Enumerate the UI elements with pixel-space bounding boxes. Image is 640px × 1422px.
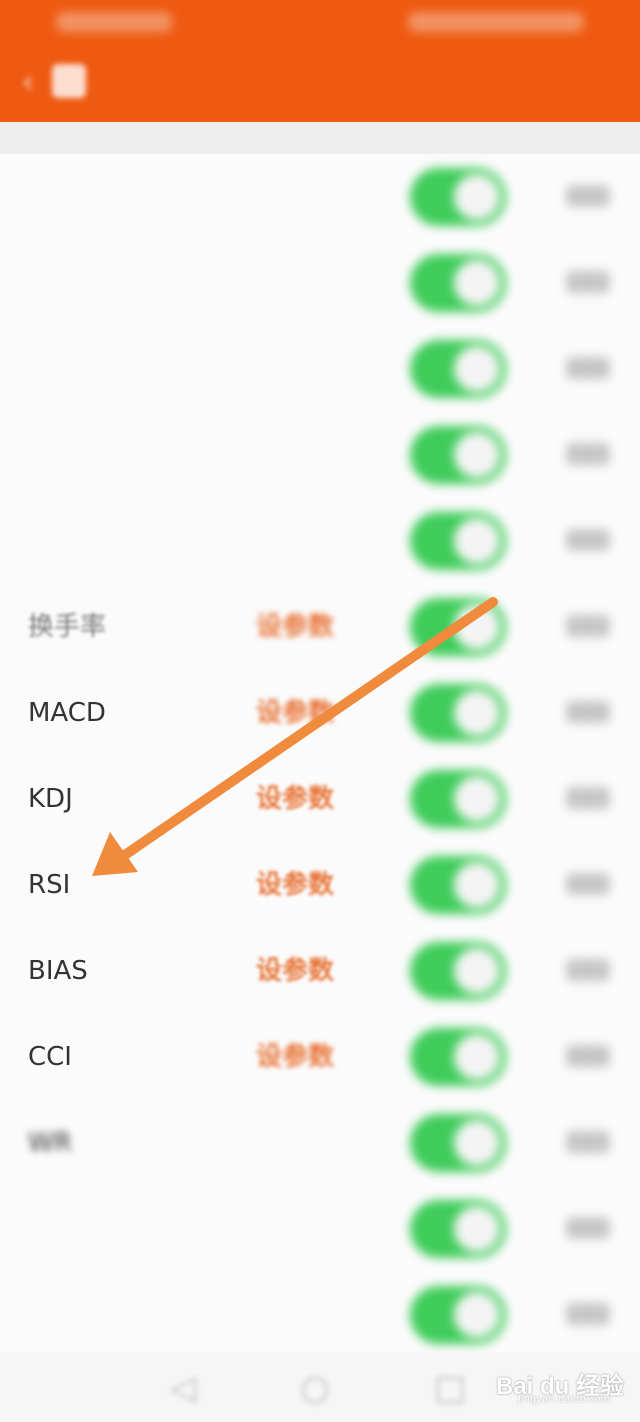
watermark: Bai du 经验 jingyan.baidu.com xyxy=(488,1352,638,1412)
sort-handle-icon[interactable] xyxy=(566,873,610,895)
list-item: BIAS 设参数 xyxy=(0,928,640,1015)
show-toggle[interactable] xyxy=(410,512,506,570)
back-label-icon xyxy=(52,64,86,98)
show-toggle[interactable] xyxy=(410,426,506,484)
show-toggle[interactable] xyxy=(410,856,506,914)
list-item: WR xyxy=(0,1100,640,1187)
list-item xyxy=(0,412,640,499)
set-params-button[interactable]: 设参数 xyxy=(256,1014,334,1100)
list-item: CCI 设参数 xyxy=(0,1014,640,1101)
toggle-knob xyxy=(454,174,500,220)
list-item xyxy=(0,1272,640,1359)
back-button[interactable]: ‹ xyxy=(10,58,90,108)
show-toggle[interactable] xyxy=(410,340,506,398)
show-toggle[interactable] xyxy=(410,942,506,1000)
sort-handle-icon[interactable] xyxy=(566,959,610,981)
sort-handle-icon[interactable] xyxy=(566,1045,610,1067)
indicator-name: BIAS xyxy=(28,956,88,986)
show-toggle[interactable] xyxy=(410,770,506,828)
toggle-knob xyxy=(454,776,500,822)
set-params-button[interactable]: 设参数 xyxy=(256,842,334,928)
indicator-name: 换手率 xyxy=(28,612,107,642)
toggle-knob xyxy=(454,862,500,908)
sort-handle-icon[interactable] xyxy=(566,529,610,551)
sort-handle-icon[interactable] xyxy=(566,1303,610,1325)
toggle-knob xyxy=(454,604,500,650)
show-toggle[interactable] xyxy=(410,1286,506,1344)
toggle-knob xyxy=(454,346,500,392)
square-recent-icon[interactable]: □ xyxy=(434,1368,466,1408)
status-right-indicators xyxy=(408,12,584,32)
status-bar xyxy=(0,0,640,44)
sort-handle-icon[interactable] xyxy=(566,357,610,379)
list-item xyxy=(0,326,640,413)
toggle-knob xyxy=(454,1120,500,1166)
list-item: RSI 设参数 xyxy=(0,842,640,929)
sort-handle-icon[interactable] xyxy=(566,787,610,809)
toggle-knob xyxy=(454,948,500,994)
app-bar: ‹ xyxy=(0,44,640,122)
sort-handle-icon[interactable] xyxy=(566,701,610,723)
list-item: MACD 设参数 xyxy=(0,670,640,757)
indicator-name: WR xyxy=(28,1128,72,1158)
sort-handle-icon[interactable] xyxy=(566,1131,610,1153)
show-toggle[interactable] xyxy=(410,168,506,226)
sort-handle-icon[interactable] xyxy=(566,185,610,207)
indicator-name: KDJ xyxy=(28,784,73,814)
show-toggle[interactable] xyxy=(410,684,506,742)
circle-home-icon[interactable]: ○ xyxy=(300,1368,330,1408)
triangle-back-icon[interactable]: ◁ xyxy=(170,1368,196,1408)
chevron-left-icon: ‹ xyxy=(22,65,34,100)
status-left-indicators xyxy=(56,12,172,32)
list-item: 换手率 设参数 xyxy=(0,584,640,671)
watermark-url: jingyan.baidu.com xyxy=(518,1394,611,1405)
list-item: KDJ 设参数 xyxy=(0,756,640,843)
show-toggle[interactable] xyxy=(410,1114,506,1172)
toggle-knob xyxy=(454,432,500,478)
show-toggle[interactable] xyxy=(410,598,506,656)
indicator-name: CCI xyxy=(28,1042,72,1072)
show-toggle[interactable] xyxy=(410,1028,506,1086)
list-item xyxy=(0,498,640,585)
toggle-knob xyxy=(454,1292,500,1338)
toggle-knob xyxy=(454,690,500,736)
set-params-button[interactable]: 设参数 xyxy=(256,584,334,670)
toggle-knob xyxy=(454,260,500,306)
list-item xyxy=(0,240,640,327)
list-item xyxy=(0,1186,640,1273)
sort-handle-icon[interactable] xyxy=(566,443,610,465)
toggle-knob xyxy=(454,1206,500,1252)
sort-handle-icon[interactable] xyxy=(566,615,610,637)
toggle-knob xyxy=(454,518,500,564)
sort-handle-icon[interactable] xyxy=(566,271,610,293)
indicator-name: RSI xyxy=(28,870,71,900)
list-item xyxy=(0,154,640,241)
set-params-button[interactable]: 设参数 xyxy=(256,928,334,1014)
indicator-name: MACD xyxy=(28,698,106,728)
set-params-button[interactable]: 设参数 xyxy=(256,670,334,756)
set-params-button[interactable]: 设参数 xyxy=(256,756,334,842)
show-toggle[interactable] xyxy=(410,254,506,312)
toggle-knob xyxy=(454,1034,500,1080)
sort-handle-icon[interactable] xyxy=(566,1217,610,1239)
show-toggle[interactable] xyxy=(410,1200,506,1258)
